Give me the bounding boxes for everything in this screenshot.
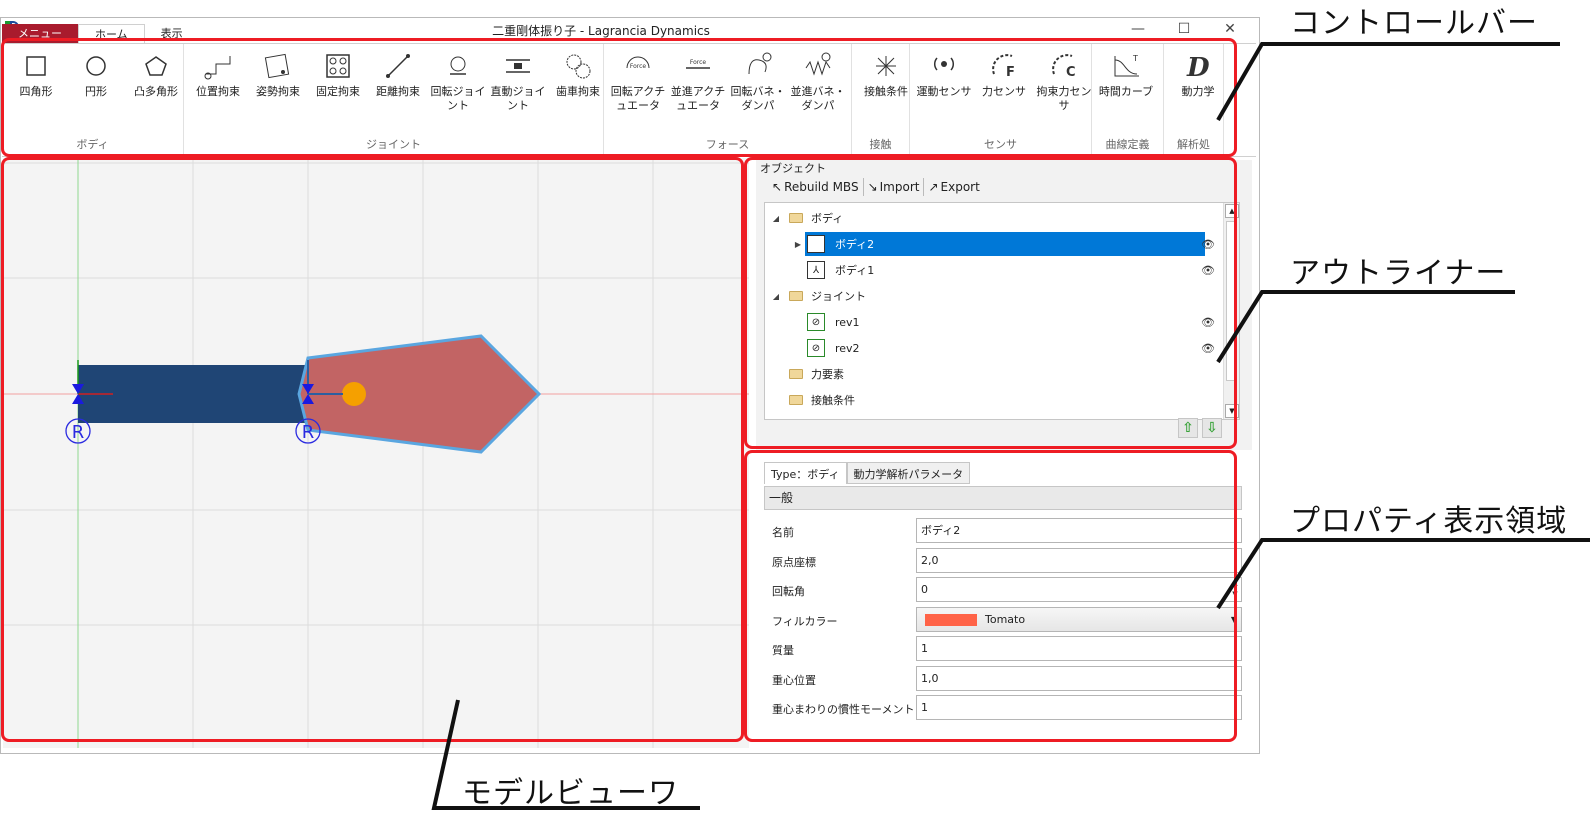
callout-properties: プロパティ表示領域 (1290, 504, 1568, 539)
window-controls: — ☐ ✕ (1115, 19, 1253, 39)
callout-viewer: モデルビューワ (462, 776, 679, 811)
close-button[interactable]: ✕ (1207, 19, 1253, 39)
minimize-button[interactable]: — (1115, 19, 1161, 39)
callout-controlbar: コントロールバー (1290, 6, 1538, 41)
controlbar-highlight (1, 38, 1237, 157)
maximize-button[interactable]: ☐ (1161, 19, 1207, 39)
viewer-highlight (1, 157, 744, 742)
properties-highlight (744, 450, 1237, 742)
outliner-highlight (744, 157, 1237, 449)
callout-outliner: アウトライナー (1290, 256, 1507, 291)
